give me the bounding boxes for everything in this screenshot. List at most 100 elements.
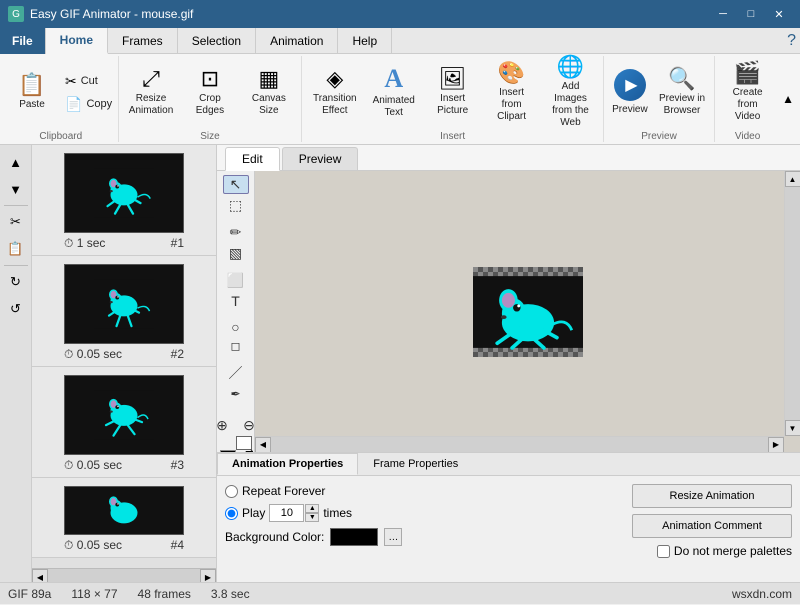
frame-item[interactable]: ⏱ 0.05 sec #4 <box>32 478 216 558</box>
copy-button[interactable]: 📄 Copy <box>58 93 119 115</box>
frame-2-duration: ⏱ 0.05 sec <box>64 347 122 362</box>
text-tool[interactable]: T <box>223 292 249 310</box>
rect-tool[interactable]: ⬜ <box>223 271 249 290</box>
prop-tab-frame[interactable]: Frame Properties <box>358 453 473 475</box>
merge-palettes-checkbox[interactable] <box>657 545 670 558</box>
fill-tool[interactable]: ▧ <box>223 244 249 263</box>
hscroll-left-btn[interactable]: ◀ <box>255 437 271 453</box>
frames-list[interactable]: ⏱ 1 sec #1 <box>32 145 216 568</box>
bg-color-swatch[interactable] <box>330 528 378 546</box>
frames-scrollbar-h[interactable]: ◀ ▶ <box>32 568 216 582</box>
canvas-size-button[interactable]: ▦ Canvas Size <box>240 57 297 129</box>
vscroll-up-btn[interactable]: ▲ <box>785 171 800 187</box>
status-duration: 3.8 sec <box>211 587 250 601</box>
video-items: 🎬 Create from Video <box>719 56 776 129</box>
play-radio[interactable] <box>225 507 238 520</box>
tab-selection[interactable]: Selection <box>178 28 256 54</box>
paste-button[interactable]: 📋 Paste <box>8 57 56 129</box>
move-down-tool[interactable]: ▼ <box>3 176 29 202</box>
paste-icon: 📋 <box>18 74 45 96</box>
window-controls: ─ □ ✕ <box>710 4 792 24</box>
close-button[interactable]: ✕ <box>766 4 792 24</box>
preview-button[interactable]: ▶ Preview <box>608 57 652 129</box>
main-area: ▲ ▼ ✂ 📋 ↻ ↺ <box>0 145 800 582</box>
crop-edges-button[interactable]: ⊡ Crop Edges <box>181 57 238 129</box>
resize-animation-button[interactable]: ⤢ Resize Animation <box>123 57 180 129</box>
cut-icon: ✂ <box>65 73 77 90</box>
animtext-icon: A <box>384 66 403 92</box>
hscroll-right-btn[interactable]: ▶ <box>768 437 784 453</box>
tab-file[interactable]: File <box>0 28 46 54</box>
zoom-in-tool[interactable]: ⊕ <box>217 412 235 438</box>
status-format: GIF 89a <box>8 587 51 601</box>
tab-home[interactable]: Home <box>46 28 108 54</box>
color-pick-tool[interactable]: ✒ <box>223 386 249 402</box>
tab-help[interactable]: Help <box>338 28 392 54</box>
select-tool[interactable]: ↖ <box>223 175 249 194</box>
tab-frames[interactable]: Frames <box>108 28 178 54</box>
marquee-tool[interactable]: ⬚ <box>223 196 249 215</box>
canvas-scrollbar-vertical[interactable]: ▲ ▼ <box>784 171 800 436</box>
add-images-web-button[interactable]: 🌐 Add Images from the Web <box>542 57 599 129</box>
paint-tool[interactable]: ✏ <box>223 223 249 242</box>
insertpic-icon: 🖼 <box>439 68 467 90</box>
swap-colors[interactable]: ⇄ <box>245 448 253 452</box>
frame-item[interactable]: ⏱ 1 sec #1 <box>32 145 216 256</box>
frames-panel: ⏱ 1 sec #1 <box>32 145 217 582</box>
create-video-button[interactable]: 🎬 Create from Video <box>719 57 776 129</box>
canvas-label: Canvas Size <box>245 93 292 117</box>
frame-4-duration: ⏱ 0.05 sec <box>64 538 122 553</box>
tab-preview[interactable]: Preview <box>282 147 359 170</box>
ribbon-group-insert: ◈ Transition Effect A Animated Text 🖼 In… <box>302 56 604 142</box>
minimize-button[interactable]: ─ <box>710 4 736 24</box>
repeat-forever-radio[interactable] <box>225 485 238 498</box>
eraser-tool[interactable]: ◻ <box>223 338 249 354</box>
move-up-tool[interactable]: ▲ <box>3 149 29 175</box>
clipboard-label: Clipboard <box>8 131 114 142</box>
prop-tab-animation[interactable]: Animation Properties <box>217 453 358 475</box>
insert-picture-button[interactable]: 🖼 Insert Picture <box>424 57 481 129</box>
copy-frame-tool[interactable]: 📋 <box>3 236 29 262</box>
frame-thumb-3 <box>64 375 184 455</box>
scroll-track-h <box>48 569 200 582</box>
fg-color-box[interactable] <box>220 450 236 452</box>
resize-icon: ⤢ <box>142 68 160 90</box>
prop-content: Repeat Forever Play ▲ ▼ times <box>217 476 800 582</box>
insertpic-label: Insert Picture <box>429 93 476 117</box>
insert-items: ◈ Transition Effect A Animated Text 🖼 In… <box>306 56 599 129</box>
rotate-ccw-tool[interactable]: ↺ <box>3 296 29 322</box>
frame-item[interactable]: ⏱ 0.05 sec #3 <box>32 367 216 478</box>
insert-clipart-button[interactable]: 🎨 Insert from Clipart <box>483 57 540 129</box>
cut-button[interactable]: ✂ Cut <box>58 70 119 92</box>
frame-1-duration: ⏱ 1 sec <box>64 236 105 251</box>
ribbon-group-clipboard: 📋 Paste ✂ Cut 📄 Copy Clipboard <box>4 56 119 142</box>
ribbon-collapse[interactable]: ▲ <box>780 56 796 142</box>
play-row: Play ▲ ▼ times <box>225 504 582 522</box>
rotate-cw-tool[interactable]: ↻ <box>3 269 29 295</box>
animation-comment-btn[interactable]: Animation Comment <box>632 514 792 538</box>
ellipse-tool[interactable]: ○ <box>223 318 249 336</box>
cut-frame-tool[interactable]: ✂ <box>3 209 29 235</box>
tab-edit[interactable]: Edit <box>225 147 280 171</box>
play-times-spinner[interactable]: ▲ ▼ <box>305 504 319 522</box>
crop-label: Crop Edges <box>186 93 233 117</box>
preview-browser-button[interactable]: 🔍 Preview in Browser <box>654 57 710 129</box>
animated-text-button[interactable]: A Animated Text <box>365 57 422 129</box>
times-down-btn[interactable]: ▼ <box>305 513 319 522</box>
maximize-button[interactable]: □ <box>738 4 764 24</box>
times-up-btn[interactable]: ▲ <box>305 504 319 513</box>
resize-animation-prop-btn[interactable]: Resize Animation <box>632 484 792 508</box>
vscroll-down-btn[interactable]: ▼ <box>785 420 800 436</box>
bg-color-btn[interactable]: … <box>384 528 402 546</box>
transition-button[interactable]: ◈ Transition Effect <box>306 57 363 129</box>
scroll-right-btn[interactable]: ▶ <box>200 569 216 582</box>
scroll-left-btn[interactable]: ◀ <box>32 569 48 582</box>
play-label: Play <box>242 506 265 520</box>
line-tool[interactable]: ／ <box>223 362 249 384</box>
right-panel: Edit Preview ↖ ⬚ ✏ ▧ ⬜ T ○ ◻ ／ ✒ <box>217 145 800 582</box>
frame-item[interactable]: ⏱ 0.05 sec #2 <box>32 256 216 367</box>
play-times-input[interactable] <box>269 504 304 522</box>
tab-animation[interactable]: Animation <box>256 28 338 54</box>
canvas-scrollbar-horizontal[interactable]: ◀ ▶ <box>255 436 784 452</box>
help-icon[interactable]: ? <box>783 28 800 53</box>
